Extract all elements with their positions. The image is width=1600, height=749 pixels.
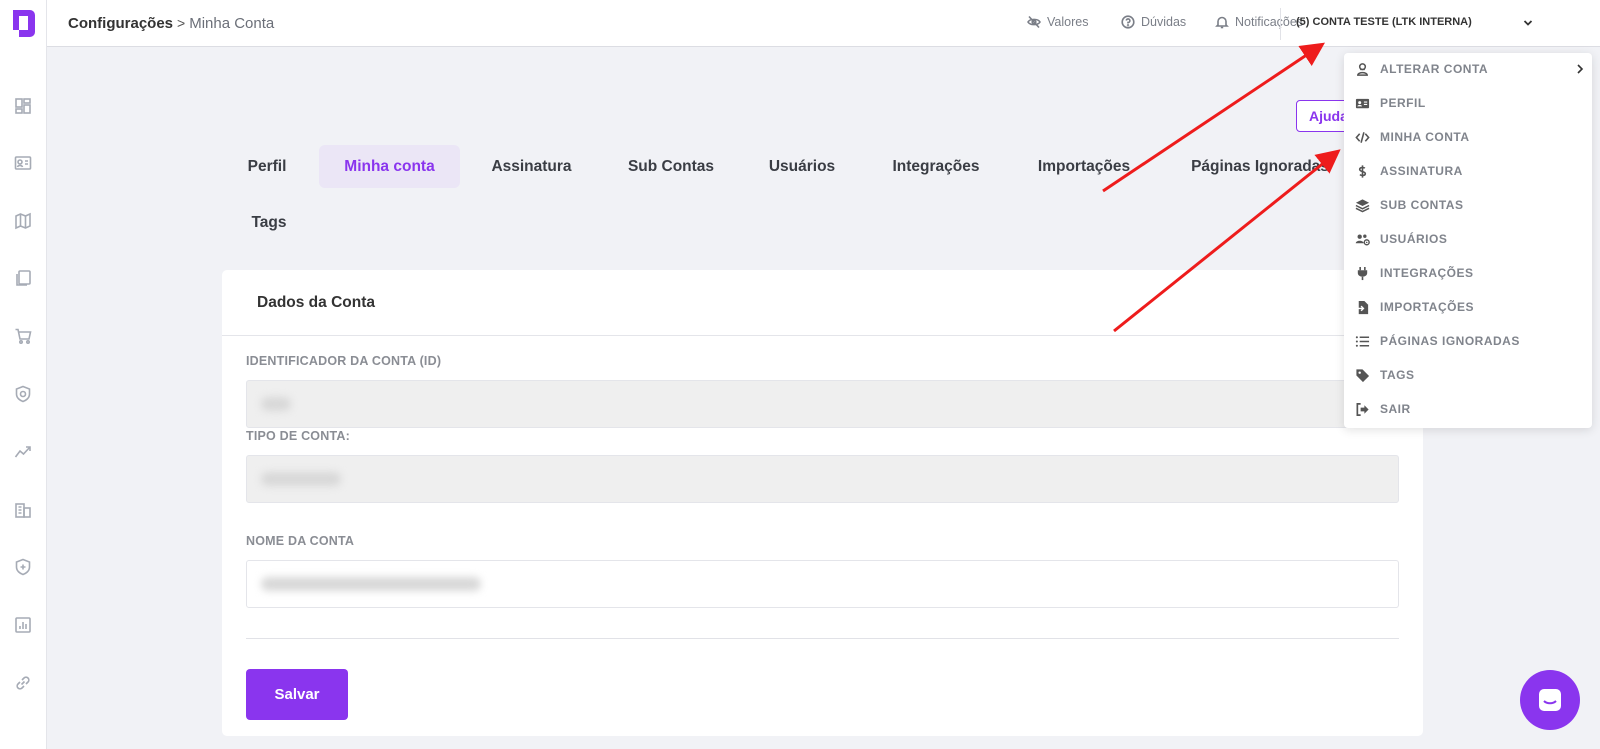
dashboard-icon[interactable] [13, 96, 33, 116]
account-name-field[interactable] [246, 560, 1399, 608]
help-link[interactable]: Dúvidas [1121, 15, 1186, 29]
breadcrumb-current: Minha Conta [189, 15, 275, 32]
id-card-icon [1354, 95, 1370, 111]
menu-label: SAIR [1380, 402, 1411, 416]
account-id-field[interactable] [246, 380, 1399, 428]
contact-card-icon[interactable] [13, 153, 33, 173]
plug-icon [1354, 265, 1370, 281]
notifications-label: Notificações [1235, 15, 1304, 29]
account-type-value [261, 472, 341, 486]
menu-item-integracoes[interactable]: INTEGRAÇÕES [1344, 258, 1592, 288]
breadcrumb-separator: > [177, 15, 186, 31]
tag-icon [1354, 367, 1370, 383]
chevron-down-icon[interactable] [1522, 17, 1534, 29]
menu-item-usuarios[interactable]: USUÁRIOS [1344, 224, 1592, 254]
menu-label: ALTERAR CONTA [1380, 62, 1489, 76]
list-icon [1354, 333, 1370, 349]
values-label: Valores [1047, 15, 1089, 29]
account-id-value [261, 397, 291, 411]
tab-sub-contas[interactable]: Sub Contas [619, 145, 723, 188]
tab-paginas-ignoradas[interactable]: Páginas Ignoradas [1180, 145, 1340, 188]
tab-tags[interactable]: Tags [243, 201, 295, 244]
code-icon [1354, 129, 1370, 145]
chat-icon [1539, 689, 1561, 711]
documents-icon[interactable] [13, 268, 33, 288]
tab-importacoes[interactable]: Importações [1031, 145, 1137, 188]
file-import-icon [1354, 299, 1370, 315]
link-icon[interactable] [13, 673, 33, 693]
menu-label: PÁGINAS IGNORADAS [1380, 334, 1520, 348]
security-badge-icon[interactable] [13, 384, 33, 404]
tab-minha-conta[interactable]: Minha conta [319, 145, 460, 188]
menu-item-minha-conta[interactable]: MINHA CONTA [1344, 122, 1592, 152]
account-data-card: Dados da Conta IDENTIFICADOR DA CONTA (I… [222, 270, 1423, 736]
tab-usuarios[interactable]: Usuários [762, 145, 842, 188]
account-id-label: IDENTIFICADOR DA CONTA (ID) [246, 354, 442, 368]
menu-label: MINHA CONTA [1380, 130, 1470, 144]
tab-perfil[interactable]: Perfil [237, 145, 297, 188]
menu-label: SUB CONTAS [1380, 198, 1464, 212]
account-type-label: TIPO DE CONTA: [246, 429, 350, 443]
bell-icon [1215, 16, 1229, 29]
eye-off-icon [1027, 15, 1041, 29]
menu-item-sair[interactable]: SAIR [1344, 394, 1592, 424]
menu-item-sub-contas[interactable]: SUB CONTAS [1344, 190, 1592, 220]
menu-label: TAGS [1380, 368, 1415, 382]
topbar-divider [1280, 8, 1281, 40]
sidebar [0, 0, 47, 749]
map-icon[interactable] [13, 211, 33, 231]
account-name-value [261, 577, 481, 591]
menu-item-alterar-conta[interactable]: ALTERAR CONTA [1344, 54, 1592, 84]
menu-item-paginas-ignoradas[interactable]: PÁGINAS IGNORADAS [1344, 326, 1592, 356]
dollar-icon [1354, 163, 1370, 179]
users-gear-icon [1354, 231, 1370, 247]
tab-assinatura[interactable]: Assinatura [479, 145, 584, 188]
menu-label: ASSINATURA [1380, 164, 1463, 178]
logout-icon [1354, 401, 1370, 417]
menu-item-perfil[interactable]: PERFIL [1344, 88, 1592, 118]
form-divider [246, 638, 1399, 639]
account-name-label: NOME DA CONTA [246, 534, 355, 548]
shield-plus-icon[interactable] [13, 557, 33, 577]
menu-label: INTEGRAÇÕES [1380, 266, 1474, 280]
account-selector[interactable]: (5) CONTA TESTE (LTK INTERNA) [1296, 16, 1472, 28]
values-toggle[interactable]: Valores [1027, 15, 1088, 29]
report-icon[interactable] [13, 615, 33, 635]
question-circle-icon [1121, 15, 1135, 29]
building-icon[interactable] [13, 500, 33, 520]
save-button[interactable]: Salvar [246, 669, 348, 720]
layers-icon [1354, 197, 1370, 213]
cart-icon[interactable] [13, 326, 33, 346]
card-title: Dados da Conta [222, 270, 1423, 336]
user-switch-icon [1354, 61, 1370, 77]
tab-integracoes[interactable]: Integrações [883, 145, 989, 188]
menu-item-importacoes[interactable]: IMPORTAÇÕES [1344, 292, 1592, 322]
menu-label: PERFIL [1380, 96, 1426, 110]
help-label: Dúvidas [1141, 15, 1187, 29]
chevron-right-icon [1577, 64, 1584, 74]
account-type-field[interactable] [246, 455, 1399, 503]
app-logo[interactable] [10, 8, 37, 39]
chat-button[interactable] [1520, 670, 1580, 730]
breadcrumb-root[interactable]: Configurações [68, 15, 173, 32]
menu-label: IMPORTAÇÕES [1380, 300, 1474, 314]
breadcrumb: Configurações > Minha Conta [68, 15, 274, 32]
notifications-link[interactable]: Notificações [1215, 15, 1303, 29]
analytics-icon[interactable] [13, 442, 33, 462]
menu-item-tags[interactable]: TAGS [1344, 360, 1592, 390]
account-dropdown-menu: ALTERAR CONTA PERFIL MINHA CONTA ASSINAT… [1344, 53, 1592, 428]
menu-item-assinatura[interactable]: ASSINATURA [1344, 156, 1592, 186]
menu-label: USUÁRIOS [1380, 232, 1448, 246]
